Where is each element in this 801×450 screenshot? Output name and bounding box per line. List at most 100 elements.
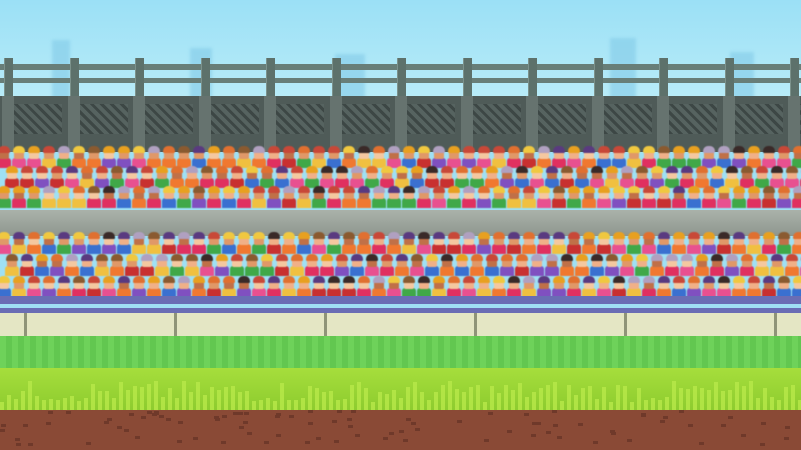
crowd-fan — [184, 166, 200, 188]
dirt-speck — [159, 415, 164, 418]
wall-pillar — [330, 96, 342, 152]
crowd-fan — [349, 166, 365, 188]
crowd-fan — [746, 146, 762, 168]
crowd-fan — [26, 276, 42, 298]
crowd-fan — [56, 276, 72, 298]
crowd-fan — [19, 166, 35, 188]
crowd-fan — [26, 146, 42, 168]
crowd-fan — [86, 146, 102, 168]
crowd-fan — [506, 146, 522, 168]
crowd-fan — [386, 232, 402, 254]
wall-pillar — [395, 96, 407, 152]
grass-blade — [679, 388, 683, 412]
crowd-fan — [641, 186, 657, 208]
crowd-fan — [566, 146, 582, 168]
wall-pillar — [68, 96, 80, 152]
grass-blade — [476, 385, 480, 412]
crowd-fan — [566, 276, 582, 298]
dirt-speck — [552, 410, 557, 413]
dirt-speck — [351, 410, 356, 413]
crowd-fan — [664, 254, 680, 276]
grass-blade — [763, 388, 767, 412]
grass-blade — [539, 388, 543, 412]
crowd-fan — [176, 276, 192, 298]
crowd-fan — [551, 232, 567, 254]
wall-truss — [211, 104, 259, 134]
grass-blade — [490, 386, 494, 412]
crowd-fan — [656, 146, 672, 168]
crowd-fan — [199, 166, 215, 188]
crowd-fan — [589, 166, 605, 188]
dirt-speck — [15, 438, 20, 441]
crowd-fan — [64, 166, 80, 188]
crowd-fan — [251, 232, 267, 254]
dirt-speck — [166, 418, 171, 421]
crowd-fan — [626, 186, 642, 208]
crowd-fan — [326, 276, 342, 298]
grass-blade — [126, 390, 130, 412]
crowd-fan — [56, 146, 72, 168]
front-grass — [0, 368, 801, 412]
crowd-fan — [604, 166, 620, 188]
dirt-speck — [308, 422, 313, 425]
grass-blade — [154, 381, 158, 412]
crowd-fan — [229, 254, 245, 276]
crowd-fan — [259, 166, 275, 188]
crowd-fan — [394, 254, 410, 276]
crowd-fan — [11, 232, 27, 254]
dirt-speck — [553, 424, 558, 427]
crowd-fan — [536, 276, 552, 298]
grass-blade — [616, 385, 620, 412]
wall-pillar — [264, 96, 276, 152]
crowd-fan — [161, 232, 177, 254]
wall-truss — [80, 104, 128, 134]
dirt-speck — [124, 429, 129, 432]
wall-pillar — [461, 96, 473, 152]
crowd-fan — [341, 276, 357, 298]
crowd-fan — [491, 186, 507, 208]
crowd-fan — [394, 166, 410, 188]
crowd-fan — [611, 232, 627, 254]
dirt-speck — [316, 437, 321, 440]
crowd-fan — [499, 166, 515, 188]
crowd-fan — [709, 166, 725, 188]
crowd-fan — [529, 166, 545, 188]
upper-stand-wall — [0, 96, 801, 152]
dirt-speck — [233, 412, 238, 415]
crowd-fan — [776, 146, 792, 168]
crowd-fan — [251, 276, 267, 298]
grass-blade — [469, 387, 473, 412]
crowd-fan — [619, 166, 635, 188]
crowd-fan — [574, 254, 590, 276]
crowd-fan — [731, 276, 747, 298]
crowd-fan — [746, 232, 762, 254]
grass-blade — [602, 387, 606, 412]
grass-blade — [700, 388, 704, 412]
crowd-fan — [41, 186, 57, 208]
dirt-speck — [305, 441, 310, 444]
crowd-fan — [664, 166, 680, 188]
crowd-fan — [701, 146, 717, 168]
crowd-fan — [124, 166, 140, 188]
crowd-fan — [791, 146, 801, 168]
dirt-speck — [406, 418, 411, 421]
crowd-fan — [446, 232, 462, 254]
dirt-speck — [524, 413, 529, 416]
dirt-speck — [532, 422, 537, 425]
crowd-fan — [244, 254, 260, 276]
crowd-fan — [41, 276, 57, 298]
grass-blade — [749, 381, 753, 412]
wall-truss — [538, 104, 586, 134]
crowd-fan — [454, 166, 470, 188]
crowd-fan — [371, 276, 387, 298]
crowd-fan — [671, 276, 687, 298]
crowd-fan — [784, 166, 800, 188]
crowd-fan — [319, 166, 335, 188]
crowd-fan — [49, 166, 65, 188]
dirt-speck — [215, 418, 220, 421]
crowd-fan — [679, 254, 695, 276]
crowd-fan — [581, 276, 597, 298]
crowd-fan — [101, 186, 117, 208]
dirt-speck — [721, 424, 726, 427]
crowd-fan — [131, 186, 147, 208]
